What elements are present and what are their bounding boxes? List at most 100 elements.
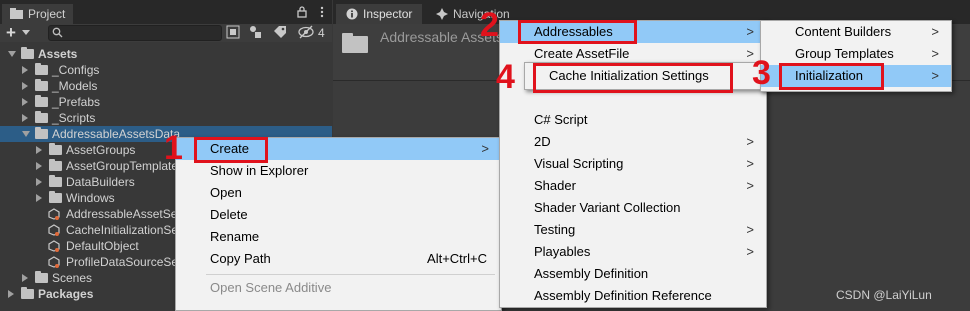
create-menu-item-label: Assembly Definition Reference (534, 288, 712, 303)
expand-arrow-open-icon[interactable] (22, 131, 30, 137)
expand-arrow-icon[interactable] (22, 82, 28, 90)
tree-item-label: DataBuilders (66, 175, 135, 189)
tree-item-label: _Scripts (52, 111, 96, 125)
tab-inspector-label: Inspector (363, 7, 413, 21)
create-menu-item-label: C# Script (534, 112, 588, 127)
folder-icon (49, 191, 62, 203)
label-icon[interactable] (273, 25, 287, 39)
folder-icon (10, 8, 23, 19)
context-menu-item[interactable]: Rename (176, 226, 501, 248)
expand-arrow-icon[interactable] (36, 194, 42, 202)
addressables-menu-item[interactable]: Group Templates > (761, 43, 951, 65)
filter-icon[interactable] (248, 25, 262, 39)
context-menu: Create > Show in Explorer Open Delete Rename C… (175, 137, 502, 311)
tree-item-label: Scenes (52, 271, 93, 285)
tree-item-label: Windows (66, 191, 115, 205)
tree-item-label: DefaultObject (66, 239, 139, 253)
tree-item[interactable]: _Prefabs (0, 94, 332, 110)
context-menu-item: Open Scene Additive (176, 277, 501, 299)
add-dropdown-icon[interactable] (22, 30, 30, 35)
create-menu-item[interactable]: Visual Scripting > (500, 153, 766, 175)
folder-icon (35, 271, 48, 283)
context-menu-item[interactable]: Delete (176, 204, 501, 226)
tree-item-label: Assets (38, 47, 78, 61)
lock-icon[interactable] (296, 6, 308, 18)
folder-icon (21, 47, 34, 59)
folder-icon (35, 95, 48, 107)
context-menu-item[interactable]: Copy Path Alt+Ctrl+C (176, 248, 501, 270)
addressables-menu-item-label: Group Templates (795, 46, 894, 61)
navigation-icon (436, 8, 448, 20)
tree-item-label: AssetGroups (66, 143, 136, 157)
create-menu-item[interactable]: Shader Variant Collection (500, 197, 766, 219)
create-menu-item-label: Testing (534, 222, 576, 237)
hidden-count: 4 (318, 26, 325, 40)
create-menu-item[interactable]: Playables > (500, 241, 766, 263)
context-menu-item-label: Copy Path (210, 251, 271, 266)
create-menu-item[interactable]: Assembly Definition (500, 263, 766, 285)
folder-icon (49, 159, 62, 171)
context-menu-item[interactable]: Show in Explorer (176, 160, 501, 182)
create-menu-item[interactable]: Testing > (500, 219, 766, 241)
expand-arrow-icon[interactable] (22, 66, 28, 74)
expand-arrow-icon[interactable] (8, 290, 14, 298)
expand-arrow-icon[interactable] (22, 98, 28, 106)
create-menu-item[interactable]: 2D > (500, 131, 766, 153)
scriptable-object-icon (48, 240, 60, 252)
search-by-type-icon[interactable] (226, 25, 240, 39)
expand-arrow-icon[interactable] (22, 114, 28, 122)
context-menu-item-label: Open Scene Additive (210, 280, 332, 295)
context-menu-item[interactable]: Open (176, 182, 501, 204)
expand-arrow-open-icon[interactable] (8, 51, 16, 57)
folder-icon (35, 63, 48, 75)
expand-arrow-icon[interactable] (36, 162, 42, 170)
tab-inspector[interactable]: Inspector (336, 4, 423, 24)
more-options-icon[interactable] (316, 6, 328, 18)
tab-project[interactable]: Project (2, 4, 74, 24)
annotation-box-create (194, 137, 268, 163)
create-menu-item-label: Visual Scripting (534, 156, 624, 171)
submenu-arrow-icon: > (931, 46, 939, 61)
annotation-number-4: 4 (496, 58, 515, 96)
search-input[interactable] (48, 25, 222, 41)
create-menu-item[interactable]: Shader > (500, 175, 766, 197)
create-menu-item[interactable]: C# Script (500, 109, 766, 131)
tab-project-label: Project (28, 7, 66, 21)
submenu-arrow-icon: > (746, 24, 754, 39)
tree-item[interactable]: _Configs (0, 62, 332, 78)
expand-arrow-icon[interactable] (22, 274, 28, 282)
folder-icon (21, 287, 34, 299)
hidden-packages-icon[interactable] (298, 25, 316, 39)
submenu-arrow-icon: > (931, 68, 939, 83)
folder-icon (35, 127, 48, 139)
expand-arrow-icon[interactable] (36, 178, 42, 186)
info-icon (346, 8, 358, 20)
folder-large-icon (342, 33, 368, 53)
create-menu-item-label: 2D (534, 134, 551, 149)
folder-icon (49, 175, 62, 187)
tree-item-label: AddressableAssetsData (52, 127, 181, 141)
tree-item-label: _Configs (52, 63, 100, 77)
tree-item[interactable]: _Scripts (0, 110, 332, 126)
add-button[interactable]: + (6, 23, 16, 43)
submenu-arrow-icon: > (746, 178, 754, 193)
submenu-arrow-icon: > (746, 134, 754, 149)
expand-arrow-icon[interactable] (36, 146, 42, 154)
create-menu-item-label: Assembly Definition (534, 266, 649, 281)
annotation-number-1: 1 (164, 129, 183, 167)
tree-item-label: _Models (52, 79, 98, 93)
shortcut-label: Alt+Ctrl+C (427, 251, 487, 266)
tree-item[interactable]: Assets (0, 46, 332, 62)
create-menu-item[interactable]: Assembly Definition Reference (500, 285, 766, 307)
addressables-menu-item-label: Content Builders (795, 24, 892, 39)
submenu-arrow-icon: > (746, 222, 754, 237)
search-icon (52, 27, 63, 38)
tree-item[interactable]: _Models (0, 78, 332, 94)
addressables-menu-item[interactable]: Content Builders > (761, 21, 951, 43)
annotation-number-3: 3 (752, 54, 771, 92)
submenu-arrow-icon: > (746, 156, 754, 171)
scriptable-object-icon (48, 256, 60, 268)
context-menu-item-label: Open (210, 185, 242, 200)
watermark: CSDN @LaiYiLun (836, 288, 932, 302)
tree-item-label: _Prefabs (52, 95, 101, 109)
